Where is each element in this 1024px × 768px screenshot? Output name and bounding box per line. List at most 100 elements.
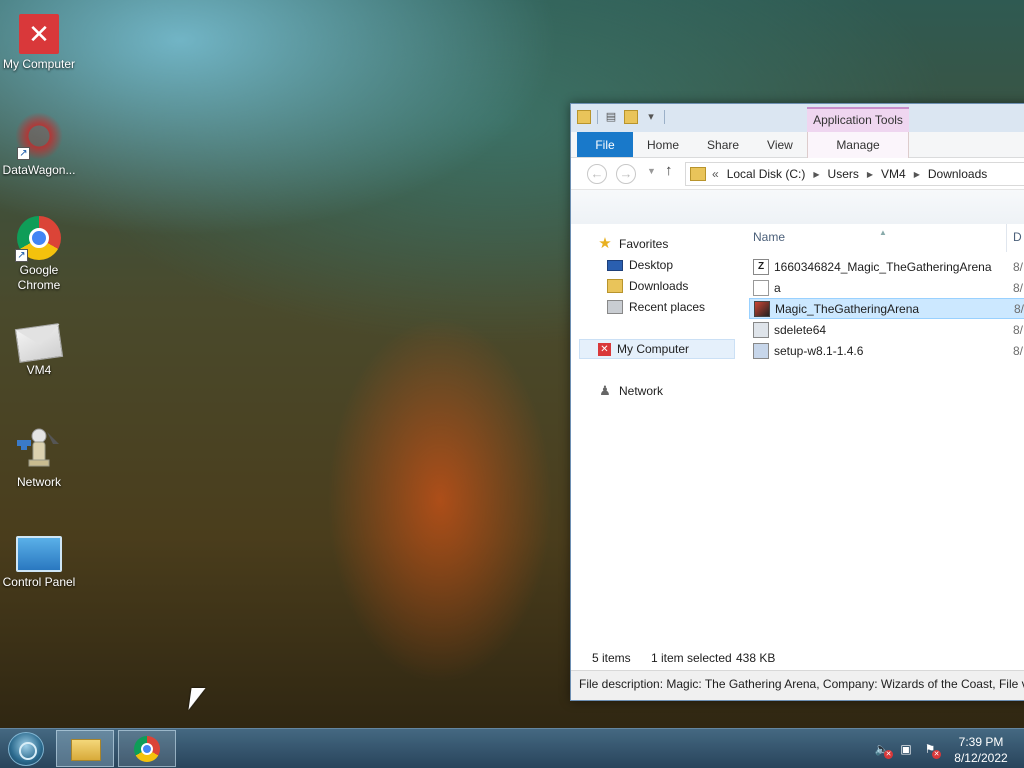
desktop-icon-datawagon[interactable]: ↗ DataWagon... <box>0 112 78 178</box>
file-date: 8/ <box>1013 322 1024 337</box>
my-computer-icon: ✕ <box>598 342 611 356</box>
file-row[interactable]: Z 1660346824_Magic_TheGatheringArena 8/ <box>749 256 1024 277</box>
clock-date: 8/12/2022 <box>954 751 1008 765</box>
column-header-name[interactable]: Name ▲ <box>753 228 887 244</box>
nav-item-favorites[interactable]: ★ Favorites <box>597 234 668 254</box>
nav-item-recent-places[interactable]: Recent places <box>607 297 705 317</box>
nav-item-downloads[interactable]: Downloads <box>607 276 688 296</box>
chevron-right-icon[interactable]: ▶ <box>813 170 819 179</box>
column-header-label: Name <box>753 230 786 244</box>
control-panel-icon <box>16 536 62 572</box>
column-header-date[interactable]: D <box>1013 230 1022 244</box>
network-icon <box>15 424 63 472</box>
file-name: Magic_TheGatheringArena <box>775 301 920 316</box>
new-folder-icon[interactable] <box>624 110 638 124</box>
breadcrumb-overflow[interactable]: « <box>712 167 719 181</box>
sort-ascending-icon: ▲ <box>879 228 887 237</box>
properties-icon[interactable]: ▤ <box>604 110 618 124</box>
system-clock[interactable]: 7:39 PM 8/12/2022 <box>946 734 1016 766</box>
status-size: 438 KB <box>736 651 776 665</box>
file-name: 1660346824_Magic_TheGatheringArena <box>774 259 992 274</box>
ribbon-tabs: File Home Share View Manage <box>571 132 1024 158</box>
recent-places-icon <box>607 300 623 314</box>
chrome-icon: ↗ <box>15 216 61 262</box>
taskbar-chrome[interactable] <box>118 730 176 767</box>
breadcrumb[interactable]: « Local Disk (C:) ▶ Users ▶ VM4 ▶ Downlo… <box>685 162 1024 186</box>
file-row[interactable]: setup-w8.1-1.4.6 8/ <box>749 340 1024 361</box>
file-list: Name ▲ D Z 1660346824_Magic_TheGathering… <box>747 224 1024 646</box>
details-bar: File description: Magic: The Gathering A… <box>571 670 1024 700</box>
application-tools-header: Application Tools <box>807 107 909 133</box>
title-bar[interactable]: ▤ ▾ Application Tools <box>571 104 1024 133</box>
network-status-icon[interactable]: ▣ <box>898 742 914 756</box>
address-bar: ← → ▼ ↑ « Local Disk (C:) ▶ Users ▶ VM4 … <box>571 158 1024 190</box>
navigation-pane: ★ Favorites Desktop Downloads Recent pla… <box>571 224 737 646</box>
nav-item-label: Network <box>619 384 664 398</box>
breadcrumb-local-disk[interactable]: Local Disk (C:) <box>727 167 806 181</box>
file-row[interactable]: sdelete64 8/ <box>749 319 1024 340</box>
desktop-icon <box>607 259 623 271</box>
zip-icon: Z <box>753 258 769 275</box>
datawagon-icon: ↗ <box>15 112 63 160</box>
command-strip <box>571 190 1024 224</box>
folder-icon <box>690 167 706 181</box>
breadcrumb-vm4[interactable]: VM4 <box>881 167 906 181</box>
tab-view[interactable]: View <box>753 132 807 157</box>
nav-item-network[interactable]: ♟ Network <box>597 381 663 401</box>
nav-item-label: Favorites <box>619 237 669 251</box>
tab-home[interactable]: Home <box>633 132 693 157</box>
downloads-folder-icon <box>607 279 623 293</box>
my-computer-icon: ✕ <box>19 14 59 54</box>
nav-item-label: Recent places <box>629 300 706 314</box>
quick-access-toolbar: ▤ ▾ <box>577 110 665 124</box>
setup-icon <box>753 342 769 359</box>
desktop-icon-label: Google Chrome <box>17 263 61 292</box>
up-button[interactable]: ↑ <box>665 162 673 179</box>
back-button[interactable]: ← <box>587 164 607 184</box>
tab-file[interactable]: File <box>577 132 633 157</box>
desktop-icon-network[interactable]: Network <box>0 424 78 490</box>
status-bar: 5 items 1 item selected 438 KB <box>571 646 1024 670</box>
desktop-icon-label: DataWagon... <box>2 163 76 177</box>
desktop-icon-label: Network <box>16 475 61 489</box>
desktop-icon-vm4[interactable]: VM4 <box>0 318 78 378</box>
file-explorer-window[interactable]: ▤ ▾ Application Tools File Home Share Vi… <box>570 103 1024 701</box>
file-row-selected[interactable]: Magic_TheGatheringArena 8/ <box>749 298 1024 319</box>
star-icon: ★ <box>598 235 612 252</box>
desktop-icon-google-chrome[interactable]: ↗ Google Chrome <box>0 216 78 293</box>
file-name: setup-w8.1-1.4.6 <box>774 343 864 358</box>
nav-item-desktop[interactable]: Desktop <box>607 255 673 275</box>
separator <box>664 110 665 124</box>
file-name: a <box>774 280 781 295</box>
taskbar: 🔈 ✕ ▣ ⚑ ✕ 7:39 PM 8/12/2022 <box>0 728 1024 768</box>
chevron-down-icon[interactable]: ▾ <box>644 110 658 124</box>
breadcrumb-users[interactable]: Users <box>828 167 859 181</box>
tab-share[interactable]: Share <box>693 132 753 157</box>
app-icon <box>754 300 770 317</box>
desktop-icon-label: VM4 <box>26 363 52 377</box>
desktop-icon-label: My Computer <box>2 57 76 71</box>
breadcrumb-downloads[interactable]: Downloads <box>928 167 987 181</box>
nav-item-label: Downloads <box>629 279 689 293</box>
desktop-icon-my-computer[interactable]: ✕ My Computer <box>0 10 78 72</box>
recent-locations-dropdown[interactable]: ▼ <box>647 166 656 176</box>
file-date: 8/ <box>1014 301 1024 316</box>
column-divider[interactable] <box>1006 224 1007 252</box>
folder-icon <box>71 739 101 761</box>
chevron-right-icon[interactable]: ▶ <box>914 170 920 179</box>
desktop-icon-control-panel[interactable]: Control Panel <box>0 530 78 590</box>
network-icon: ♟ <box>599 383 611 398</box>
taskbar-file-explorer[interactable] <box>56 730 114 767</box>
envelope-icon <box>14 323 64 363</box>
nav-item-my-computer[interactable]: ✕ My Computer <box>579 339 735 359</box>
blank-file-icon <box>753 279 769 296</box>
start-button[interactable] <box>8 732 44 766</box>
separator <box>597 110 598 124</box>
file-row[interactable]: a 8/ <box>749 277 1024 298</box>
action-center-icon[interactable]: ⚑ ✕ <box>922 742 941 759</box>
file-date: 8/ <box>1013 259 1024 274</box>
forward-button[interactable]: → <box>616 164 636 184</box>
volume-muted-icon[interactable]: 🔈 ✕ <box>874 742 893 759</box>
tab-manage[interactable]: Manage <box>807 132 909 158</box>
chevron-right-icon[interactable]: ▶ <box>867 170 873 179</box>
